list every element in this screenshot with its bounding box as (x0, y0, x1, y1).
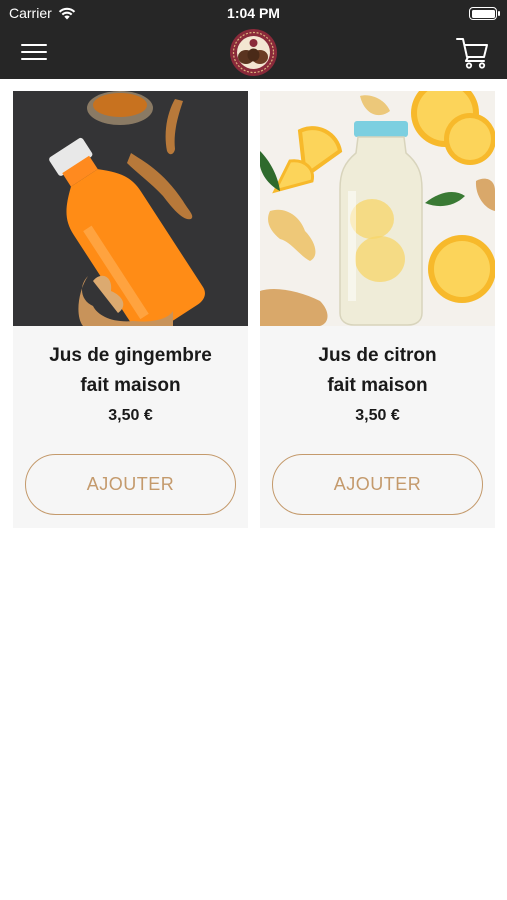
product-card[interactable]: Jus de citron fait maison 3,50 € AJOUTER (260, 91, 495, 528)
product-image-ginger-juice[interactable] (13, 91, 248, 326)
navigation-bar (0, 26, 507, 79)
add-to-cart-button[interactable]: AJOUTER (272, 454, 483, 515)
add-to-cart-button[interactable]: AJOUTER (25, 454, 236, 515)
product-price: 3,50 € (108, 407, 153, 424)
product-image-lemon-juice[interactable] (260, 91, 495, 326)
battery-icon (469, 7, 500, 20)
product-name-line1: Jus de citron (318, 345, 437, 366)
product-price: 3,50 € (355, 407, 400, 424)
product-name-line2: fait maison (327, 375, 428, 396)
hamburger-menu-icon[interactable] (18, 40, 50, 64)
brand-logo[interactable] (229, 28, 278, 77)
product-card[interactable]: Jus de gingembre fait maison 3,50 € AJOU… (13, 91, 248, 528)
status-bar: Carrier 1:04 PM (0, 0, 507, 26)
product-name-line1: Jus de gingembre (49, 345, 212, 366)
product-grid: Jus de gingembre fait maison 3,50 € AJOU… (13, 91, 495, 528)
product-name: Jus de citron fait maison (260, 341, 495, 401)
clock: 1:04 PM (227, 5, 280, 21)
shopping-cart-icon[interactable] (455, 35, 491, 69)
product-name-line2: fait maison (80, 375, 181, 396)
product-name: Jus de gingembre fait maison (13, 341, 248, 401)
